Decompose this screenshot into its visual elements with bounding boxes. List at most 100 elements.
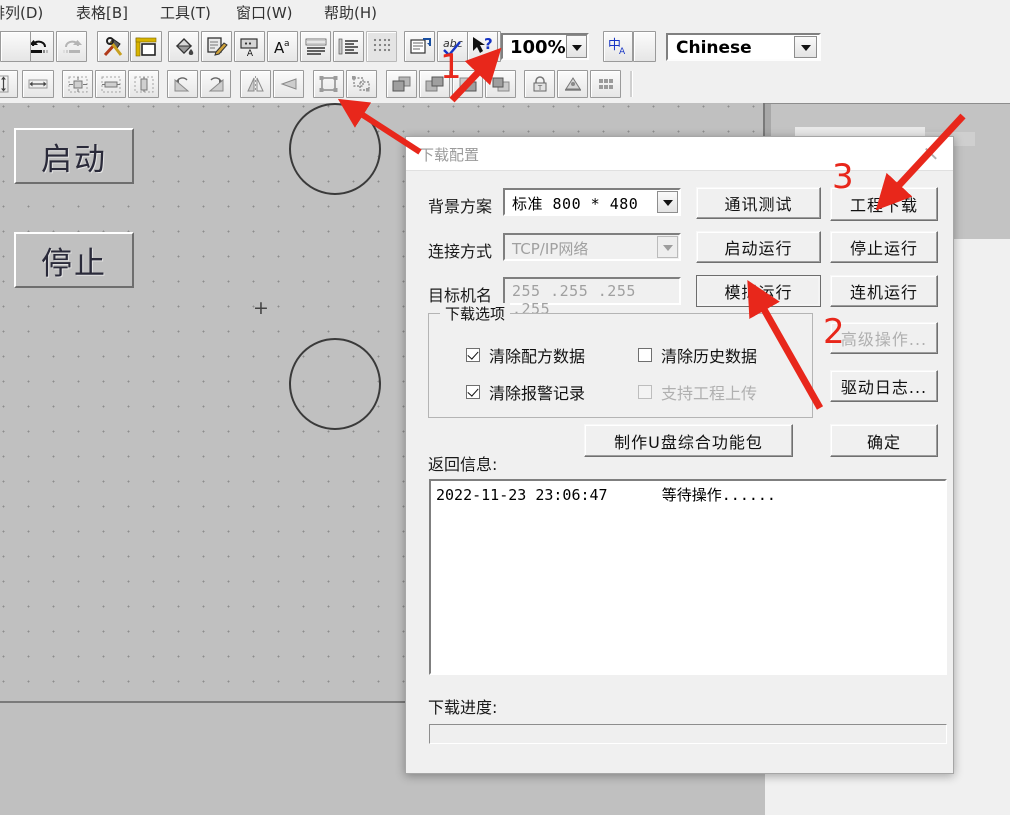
edit-pen-button[interactable]	[201, 31, 232, 62]
download-config-dialog: 下载配置 ✕ 背景方案 标准 800 * 480 连接方式 TCP/IP网络 目…	[405, 136, 954, 774]
group-button[interactable]	[313, 70, 344, 98]
align-center-vertical-icon	[129, 71, 158, 97]
driver-log-button[interactable]: 驱动日志...	[830, 370, 938, 402]
ime-chinese-icon: 中A	[604, 32, 632, 61]
redo-icon	[57, 32, 86, 61]
text-label-icon: A	[235, 32, 264, 61]
align-center-horizontal-icon	[96, 71, 125, 97]
align-text-icon	[334, 32, 363, 61]
help-pointer-toolbar-button[interactable]: ?	[467, 31, 498, 62]
connection-field: TCP/IP网络	[503, 233, 681, 261]
log-line: 2022-11-23 23:06:47 等待操作......	[436, 486, 776, 504]
online-run-button[interactable]: 连机运行	[830, 275, 938, 307]
align-center-both-icon	[63, 71, 92, 97]
svg-text:a: a	[284, 39, 290, 49]
toolbar-row-2: T	[0, 68, 1010, 104]
flip-vertical-button[interactable]	[273, 70, 304, 98]
connection-label: 连接方式	[428, 242, 493, 261]
help-pointer-button[interactable]	[0, 31, 31, 62]
checkbox-clear-recipe-row[interactable]: 清除配方数据	[466, 343, 585, 367]
unlock-button[interactable]	[557, 70, 588, 98]
size-width-icon	[23, 71, 53, 97]
return-info-logbox[interactable]: 2022-11-23 23:06:47 等待操作......	[429, 479, 947, 675]
size-width-button[interactable]	[22, 70, 54, 98]
dialog-title-bar: 下载配置 ✕	[406, 137, 953, 171]
stop-run-button[interactable]: 停止运行	[830, 231, 938, 263]
hmi-circle-shape[interactable]	[289, 103, 381, 195]
frame-button[interactable]	[130, 31, 162, 62]
rotate-left-button[interactable]	[167, 70, 198, 98]
grid-dots-button[interactable]	[366, 31, 397, 62]
bg-scheme-dropdown-arrow[interactable]	[657, 191, 678, 213]
flip-horizontal-button[interactable]	[240, 70, 271, 98]
align-center-vertical-button[interactable]	[128, 70, 159, 98]
checkbox-clear-alarm-row[interactable]: 清除报警记录	[466, 380, 585, 404]
close-icon[interactable]: ✕	[909, 137, 953, 170]
checkbox-clear-recipe[interactable]	[466, 348, 480, 362]
checkbox-clear-alarm[interactable]	[466, 385, 480, 399]
properties-button[interactable]	[404, 31, 435, 62]
ok-button[interactable]: 确定	[830, 424, 938, 457]
menu-item-tools[interactable]: 工具(T)	[156, 3, 215, 24]
menu-item-window[interactable]: 窗口(W)	[232, 3, 297, 24]
size-height-button[interactable]	[0, 70, 18, 98]
ime-blank-button[interactable]	[633, 31, 656, 62]
bring-front-icon	[387, 71, 416, 97]
advanced-ops-button: 高级操作...	[830, 322, 938, 354]
flip-vertical-icon	[274, 71, 303, 97]
usb-package-button[interactable]: 制作U盘综合功能包	[584, 424, 793, 457]
redo-button[interactable]	[56, 31, 87, 62]
hmi-circle-indicator[interactable]	[289, 338, 381, 430]
svg-text:?: ?	[484, 36, 493, 53]
send-backward-button[interactable]	[485, 70, 516, 98]
bg-scheme-field[interactable]: 标准 800 * 480	[503, 188, 681, 216]
align-center-horizontal-button[interactable]	[95, 70, 126, 98]
progress-label: 下载进度:	[428, 698, 498, 717]
text-label-button[interactable]: A	[234, 31, 265, 62]
checkbox-support-upload	[638, 385, 652, 399]
hmi-start-button[interactable]: 启动	[14, 128, 134, 184]
return-info-label: 返回信息:	[428, 455, 498, 474]
font-size-button[interactable]: Aa	[267, 31, 298, 62]
language-dropdown-arrow[interactable]	[794, 36, 817, 58]
svg-text:T: T	[536, 84, 542, 92]
annotation-number-1: 1	[440, 47, 462, 87]
keyboard-button[interactable]	[300, 31, 331, 62]
checkbox-clear-history[interactable]	[638, 348, 652, 362]
fill-color-button[interactable]	[168, 31, 199, 62]
lock-icon: T	[525, 71, 554, 97]
simulate-run-button[interactable]: 模拟运行	[696, 275, 821, 307]
checkbox-clear-history-row[interactable]: 清除历史数据	[638, 343, 757, 367]
bring-front-button[interactable]	[386, 70, 417, 98]
zoom-dropdown-arrow[interactable]	[566, 35, 587, 58]
crosshair-marker-icon: +	[253, 297, 269, 319]
flip-horizontal-icon	[241, 71, 270, 97]
ungroup-button[interactable]	[346, 70, 377, 98]
comm-test-button[interactable]: 通讯测试	[696, 187, 821, 219]
help-pointer-icon: ?	[468, 32, 497, 61]
properties-icon	[405, 32, 434, 61]
tools-button[interactable]	[97, 31, 129, 62]
unlock-icon	[558, 71, 587, 97]
lock-button[interactable]: T	[524, 70, 555, 98]
rotate-right-icon	[201, 71, 230, 97]
rotate-right-button[interactable]	[200, 70, 231, 98]
ime-chinese-button[interactable]: 中A	[603, 31, 633, 62]
hmi-stop-button[interactable]: 停止	[14, 232, 134, 288]
annotation-number-2: 2	[823, 312, 845, 352]
menu-item-help[interactable]: 帮助(H)	[320, 3, 381, 24]
connection-value: TCP/IP网络	[512, 240, 589, 258]
grid-snap-button[interactable]	[590, 70, 621, 98]
align-center-both-button[interactable]	[62, 70, 93, 98]
frame-icon	[131, 32, 161, 61]
connection-dropdown-arrow	[657, 236, 678, 258]
svg-text:A: A	[246, 49, 253, 57]
fill-color-icon	[169, 32, 198, 61]
start-run-button[interactable]: 启动运行	[696, 231, 821, 263]
menu-item-arrange[interactable]: 排列(D)	[0, 3, 47, 24]
checkbox-support-upload-label: 支持工程上传	[661, 384, 758, 403]
align-text-button[interactable]	[333, 31, 364, 62]
size-height-icon	[0, 71, 17, 97]
dialog-title: 下载配置	[419, 146, 480, 164]
menu-item-table[interactable]: 表格[B]	[72, 3, 132, 24]
